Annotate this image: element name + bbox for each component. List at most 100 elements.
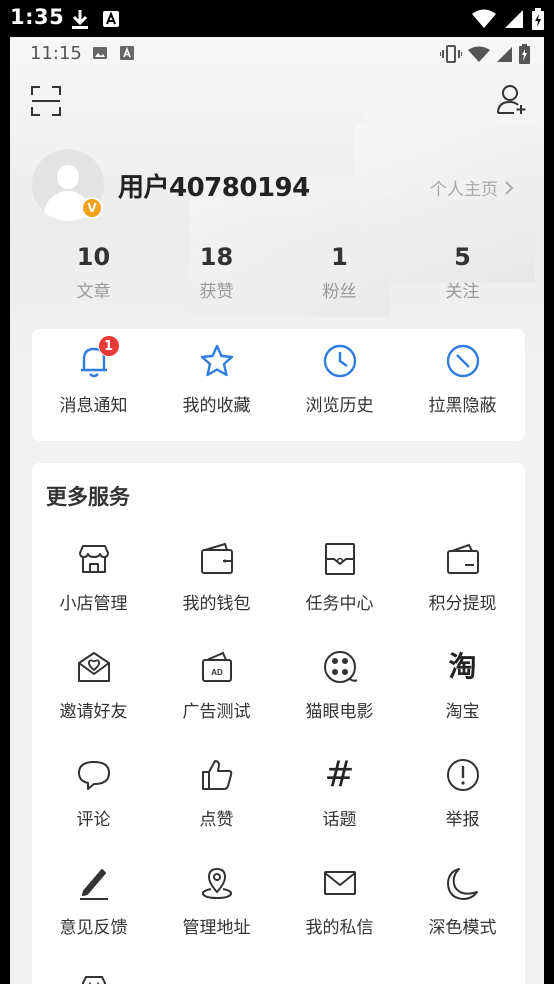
comment-icon	[77, 761, 110, 790]
profile-stats: 10 文章 18 获赞 1 粉丝 5 关注	[32, 243, 524, 302]
quick-action-label: 消息通知	[59, 396, 128, 416]
service-label: 意见反馈	[59, 918, 128, 938]
service-taobao[interactable]: 淘 淘宝	[401, 649, 524, 722]
service-label: 评论	[76, 810, 111, 830]
stat-value: 10	[76, 243, 111, 271]
service-shop-management[interactable]: 小店管理	[32, 541, 155, 614]
image-icon	[92, 45, 108, 65]
scan-icon	[31, 86, 61, 116]
verified-badge: V	[81, 197, 103, 219]
service-report[interactable]: 举报	[401, 757, 524, 830]
service-ad-test[interactable]: AD 广告测试	[155, 649, 278, 722]
service-label: 我的私信	[305, 918, 374, 938]
service-topics[interactable]: # 话题	[278, 757, 401, 831]
stat-articles[interactable]: 10 文章	[32, 243, 155, 302]
system-status-bar: 1:35	[0, 0, 554, 37]
service-label: 点赞	[199, 810, 234, 830]
moon-icon	[446, 868, 478, 900]
wifi-icon	[468, 46, 490, 67]
stat-value: 1	[331, 243, 348, 271]
service-label: 淘宝	[445, 702, 480, 722]
service-label: 管理地址	[182, 918, 251, 938]
service-task-center[interactable]: 任务中心	[278, 541, 401, 614]
profile-home-label: 个人主页	[430, 180, 498, 200]
thumbs-up-icon	[201, 760, 232, 790]
pen-icon	[79, 869, 108, 900]
notification-a-icon	[120, 45, 134, 65]
section-title: 更多服务	[46, 485, 130, 509]
task-icon	[324, 543, 355, 575]
quick-action-notifications[interactable]: 1 消息通知	[32, 335, 155, 416]
ad-icon: AD	[201, 651, 232, 682]
stat-value: 5	[454, 243, 471, 271]
vibrate-icon	[439, 45, 463, 67]
inner-status-bar: 11:15	[10, 37, 544, 71]
scan-button[interactable]	[30, 85, 62, 117]
block-icon	[446, 344, 479, 378]
stat-following[interactable]: 5 关注	[401, 243, 524, 302]
quick-action-block-hide[interactable]: 拉黑隐蔽	[401, 343, 524, 416]
service-label: 深色模式	[428, 918, 497, 938]
app-screen: 11:15 V 用户40780194 个人主页 10 文章 18 获赞 1 粉丝…	[10, 37, 544, 984]
stat-followers[interactable]: 1 粉丝	[278, 243, 401, 302]
notification-count-badge: 1	[97, 335, 120, 357]
quick-action-label: 浏览历史	[305, 396, 374, 416]
service-next-row-item[interactable]	[32, 973, 155, 984]
service-maoyan-movie[interactable]: 猫眼电影	[278, 649, 401, 722]
shop-icon	[81, 976, 106, 984]
add-user-icon	[497, 85, 526, 114]
chevron-right-icon	[505, 180, 514, 195]
svg-text:AD: AD	[211, 668, 223, 677]
service-label: 猫眼电影	[305, 702, 374, 722]
stat-label: 粉丝	[322, 282, 357, 302]
shop-icon	[78, 545, 109, 573]
quick-actions-card: 1 消息通知 我的收藏 浏览历史 拉黑隐蔽	[32, 329, 525, 441]
quick-action-label: 我的收藏	[182, 396, 251, 416]
wallet-icon	[200, 542, 233, 574]
quick-action-favorites[interactable]: 我的收藏	[155, 343, 278, 416]
taobao-icon: 淘	[448, 650, 477, 683]
star-icon	[200, 344, 233, 377]
service-label: 小店管理	[59, 594, 128, 614]
invite-icon	[77, 652, 110, 682]
mail-icon	[323, 871, 356, 895]
service-wallet[interactable]: 我的钱包	[155, 541, 278, 614]
service-dark-mode[interactable]: 深色模式	[401, 865, 524, 938]
quick-action-history[interactable]: 浏览历史	[278, 343, 401, 416]
stat-likes[interactable]: 18 获赞	[155, 243, 278, 302]
service-invite-friends[interactable]: 邀请好友	[32, 649, 155, 722]
quick-action-label: 拉黑隐蔽	[428, 396, 497, 416]
add-friend-button[interactable]	[496, 83, 528, 115]
service-label: 广告测试	[182, 702, 251, 722]
service-likes[interactable]: 点赞	[155, 757, 278, 830]
service-label: 邀请好友	[59, 702, 128, 722]
service-comments[interactable]: 评论	[32, 757, 155, 830]
system-time: 1:35	[10, 5, 65, 29]
battery-icon	[532, 8, 544, 34]
points-wallet-icon	[446, 543, 479, 574]
service-private-messages[interactable]: 我的私信	[278, 865, 401, 938]
stat-label: 关注	[445, 282, 480, 302]
profile-home-link[interactable]: 个人主页	[430, 175, 514, 200]
stat-value: 18	[199, 243, 234, 271]
service-manage-address[interactable]: 管理地址	[155, 865, 278, 938]
location-icon	[201, 867, 232, 900]
battery-icon	[519, 44, 530, 68]
username[interactable]: 用户40780194	[118, 167, 310, 204]
stat-label: 获赞	[199, 282, 234, 302]
wifi-icon	[472, 9, 496, 33]
service-feedback[interactable]: 意见反馈	[32, 865, 155, 938]
service-label: 我的钱包	[182, 594, 251, 614]
signal-icon	[504, 9, 524, 33]
notification-a-icon	[102, 10, 120, 32]
service-label: 举报	[445, 810, 480, 830]
report-icon	[446, 759, 479, 791]
stat-label: 文章	[76, 282, 111, 302]
signal-icon	[496, 46, 513, 67]
service-points-withdraw[interactable]: 积分提现	[401, 541, 524, 614]
download-icon	[70, 8, 90, 34]
clock-icon	[323, 344, 356, 378]
more-services-card: 更多服务 小店管理 我的钱包 任务中心 积分提现 邀请好友 AD 广告测试 猫眼…	[32, 463, 525, 984]
service-label: 积分提现	[428, 594, 497, 614]
film-reel-icon	[323, 651, 358, 683]
